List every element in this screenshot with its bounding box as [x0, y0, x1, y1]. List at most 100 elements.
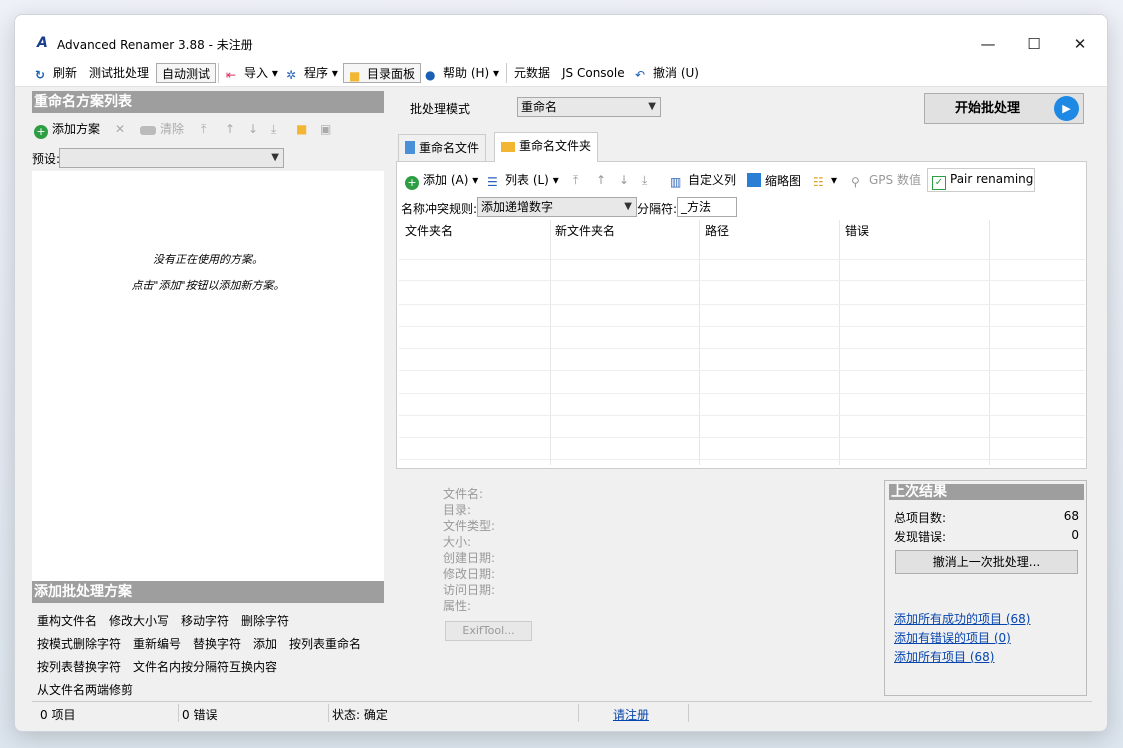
title-bar: A Advanced Renamer 3.88 - 未注册 — ☐ ✕ [15, 15, 1107, 59]
column-header-new-folder-name[interactable]: 新文件夹名 [555, 222, 615, 239]
move-top-icon[interactable]: ⤒ [201, 122, 206, 136]
method-trim[interactable]: 从文件名两端修剪 [37, 681, 133, 698]
grid-divider [989, 220, 990, 465]
tab-rename-folders[interactable]: 重命名文件夹 [494, 132, 599, 162]
method-move[interactable]: 移动字符 [181, 612, 229, 629]
separator-input[interactable]: _方法 [677, 197, 737, 217]
method-replace[interactable]: 替换字符 [193, 635, 241, 652]
metadata-button[interactable]: 元数据 [514, 63, 550, 83]
status-divider [178, 704, 179, 722]
column-header-path[interactable]: 路径 [705, 222, 729, 239]
minimize-button[interactable]: — [965, 29, 1011, 59]
separator-label: 分隔符: [637, 202, 678, 216]
list-menu[interactable]: ☰ 列表 (L) ▾ [487, 173, 559, 189]
method-list-replace[interactable]: 按列表替换字符 [37, 658, 121, 675]
status-bar: 0 项目 0 错误 状态: 确定 请注册 [32, 701, 1092, 723]
add-scheme-button[interactable]: + 添加方案 [34, 122, 100, 139]
view-options-menu[interactable]: ☷ ▾ [813, 173, 837, 189]
method-add[interactable]: 添加 [253, 635, 277, 652]
move-down-icon[interactable]: ↓ [248, 122, 258, 136]
preset-select[interactable]: ▼ [59, 148, 284, 168]
pair-renaming-toggle[interactable]: ✓ Pair renaming [927, 168, 1035, 192]
clear-button[interactable]: 清除 [140, 122, 184, 136]
plus-circle-icon: + [34, 125, 48, 139]
batch-mode-label: 批处理模式 [410, 102, 471, 116]
add-all-link[interactable]: 添加所有项目 (68) [894, 648, 994, 665]
prop-directory: 目录: [443, 503, 472, 517]
method-restructure[interactable]: 重构文件名 [37, 612, 97, 629]
add-methods-header: 添加批处理方案 [32, 581, 384, 603]
move-up-icon[interactable]: ↑ [225, 122, 235, 136]
move-top-icon[interactable]: ⤒ [573, 173, 578, 187]
program-menu[interactable]: ✲ 程序 ▾ [286, 63, 338, 83]
pin-icon: ⚲ [851, 175, 860, 189]
dir-panel-toggle[interactable]: ■ 目录面板 [343, 63, 422, 83]
eraser-icon [140, 126, 156, 135]
move-bottom-icon[interactable]: ⤓ [271, 122, 276, 136]
pair-renaming-label: Pair renaming [950, 172, 1034, 186]
thumbnails-button[interactable]: 缩略图 [747, 173, 801, 188]
register-link[interactable]: 请注册 [613, 706, 649, 723]
main-toolbar: ↻ 刷新 测试批处理 自动测试 ⇤ 导入 ▾ ✲ 程序 ▾ ■ 目录面板 ● 帮助 (H)… [15, 59, 1107, 87]
add-successful-link[interactable]: 添加所有成功的项目 (68) [894, 610, 1030, 627]
start-batch-button[interactable]: 开始批处理 ▶ [924, 93, 1084, 124]
grid-divider [839, 220, 840, 465]
import-icon: ⇤ [226, 68, 237, 82]
add-menu[interactable]: + 添加 (A) ▾ [405, 173, 478, 190]
test-batch-button[interactable]: 测试批处理 [89, 63, 149, 83]
app-window: A Advanced Renamer 3.88 - 未注册 — ☐ ✕ ↻ 刷新 … [14, 14, 1108, 732]
tab-rename-files[interactable]: 重命名文件 [398, 134, 487, 162]
move-bottom-icon[interactable]: ⤓ [642, 173, 647, 187]
help-menu[interactable]: ● 帮助 (H) ▾ [425, 63, 499, 83]
list-label: 列表 (L) [505, 173, 549, 187]
method-list-rename[interactable]: 按列表重命名 [289, 635, 361, 652]
conflict-rule-value: 添加递增数字 [481, 200, 554, 214]
custom-columns-button[interactable]: ▥ 自定义列 [670, 173, 736, 189]
maximize-button[interactable]: ☐ [1011, 29, 1057, 59]
move-up-icon[interactable]: ↑ [596, 173, 606, 187]
js-console-button[interactable]: JS Console [562, 63, 625, 83]
gps-button[interactable]: ⚲ GPS 数值 [851, 173, 921, 189]
scheme-list-area[interactable]: 没有正在使用的方案。 点击"添加"按钮以添加新方案。 [32, 171, 384, 581]
custom-columns-label: 自定义列 [688, 173, 737, 187]
status-divider [578, 704, 579, 722]
method-swap[interactable]: 文件名内按分隔符互换内容 [133, 658, 277, 675]
batch-mode-select[interactable]: 重命名 ▼ [517, 97, 661, 117]
exiftool-button[interactable]: ExifTool... [445, 621, 532, 641]
column-header-folder-name[interactable]: 文件夹名 [405, 222, 453, 239]
method-remove-pattern[interactable]: 按模式删除字符 [37, 635, 121, 652]
close-button[interactable]: ✕ [1057, 29, 1103, 59]
open-folder-icon[interactable]: ■ [296, 122, 307, 136]
prop-size: 大小: [443, 535, 472, 549]
undo-last-batch-button[interactable]: 撤消上一次批处理... [895, 550, 1078, 574]
column-header-error[interactable]: 错误 [845, 222, 869, 239]
refresh-button[interactable]: ↻ 刷新 [35, 63, 77, 83]
grid-row [399, 393, 1085, 394]
last-result-header: 上次结果 [889, 484, 1084, 500]
add-errors-link[interactable]: 添加有错误的项目 (0) [894, 629, 1011, 646]
list-icon: ☰ [487, 175, 498, 189]
grid-row [399, 437, 1085, 438]
auto-test-toggle[interactable]: 自动测试 [156, 63, 217, 83]
bullet-list-icon: ☷ [813, 175, 824, 189]
move-down-icon[interactable]: ↓ [619, 173, 629, 187]
prop-attributes: 属性: [443, 599, 472, 613]
method-renumber[interactable]: 重新编号 [133, 635, 181, 652]
add-scheme-label: 添加方案 [52, 122, 101, 136]
undo-button[interactable]: ↶ 撤消 (U) [635, 63, 699, 83]
grid-row [399, 326, 1085, 327]
conflict-rule-select[interactable]: 添加递增数字 ▼ [477, 197, 637, 217]
start-batch-label: 开始批处理 [955, 101, 1021, 116]
total-items-label: 总项目数: [894, 511, 947, 525]
import-menu[interactable]: ⇤ 导入 ▾ [226, 63, 278, 83]
method-remove[interactable]: 删除字符 [241, 612, 289, 629]
columns-icon: ▥ [670, 175, 682, 189]
preset-label: 预设: [32, 152, 61, 166]
chevron-down-icon: ▼ [648, 101, 656, 112]
errors-row: 发现错误: 0 [894, 528, 1079, 545]
undo-icon: ↶ [635, 68, 646, 82]
delete-icon[interactable]: ✕ [115, 122, 125, 136]
save-icon[interactable]: ▣ [320, 122, 331, 136]
method-case[interactable]: 修改大小写 [109, 612, 169, 629]
grid-divider [550, 220, 551, 465]
